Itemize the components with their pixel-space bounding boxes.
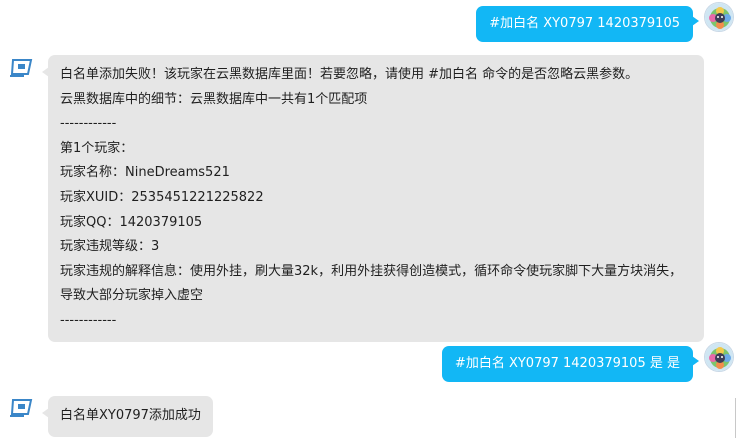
message-line: ------------ (60, 116, 117, 132)
user-avatar-icon[interactable] (704, 342, 734, 372)
message-line: 玩家QQ：1420379105 (60, 214, 203, 230)
message-line: 云黑数据库中的细节：云黑数据库中一共有1个匹配项 (60, 91, 368, 107)
user-avatar-icon[interactable] (704, 2, 734, 32)
message-line: ------------ (60, 312, 117, 328)
message-text: #加白名 XY0797 1420379105 (489, 16, 680, 31)
outgoing-message[interactable]: #加白名 XY0797 1420379105 是 是 (441, 346, 699, 382)
message-line: 玩家名称：NineDreams521 (60, 165, 230, 181)
bot-avatar-icon[interactable] (10, 57, 36, 79)
incoming-message[interactable]: 白名单添加失败！该玩家在云黑数据库里面！若要忽略，请使用 #加白名 命令的是否忽… (42, 55, 704, 342)
scrollbar[interactable] (735, 398, 736, 438)
message-line: 第1个玩家： (60, 140, 134, 156)
bot-avatar-icon[interactable] (10, 397, 36, 419)
incoming-message[interactable]: 白名单XY0797添加成功 (42, 396, 213, 437)
message-line: 白名单XY0797添加成功 (60, 408, 201, 423)
message-text: #加白名 XY0797 1420379105 是 是 (454, 356, 680, 371)
message-line: 白名单添加失败！该玩家在云黑数据库里面！若要忽略，请使用 #加白名 命令的是否忽… (60, 67, 639, 82)
outgoing-message[interactable]: #加白名 XY0797 1420379105 (476, 6, 699, 42)
message-line: 玩家违规的解释信息：使用外挂，刷大量32k，利用外挂获得创造模式，循环命令使玩家… (60, 263, 683, 304)
message-line: 玩家违规等级：3 (60, 239, 160, 255)
message-line: 玩家XUID：2535451221225822 (60, 189, 264, 205)
